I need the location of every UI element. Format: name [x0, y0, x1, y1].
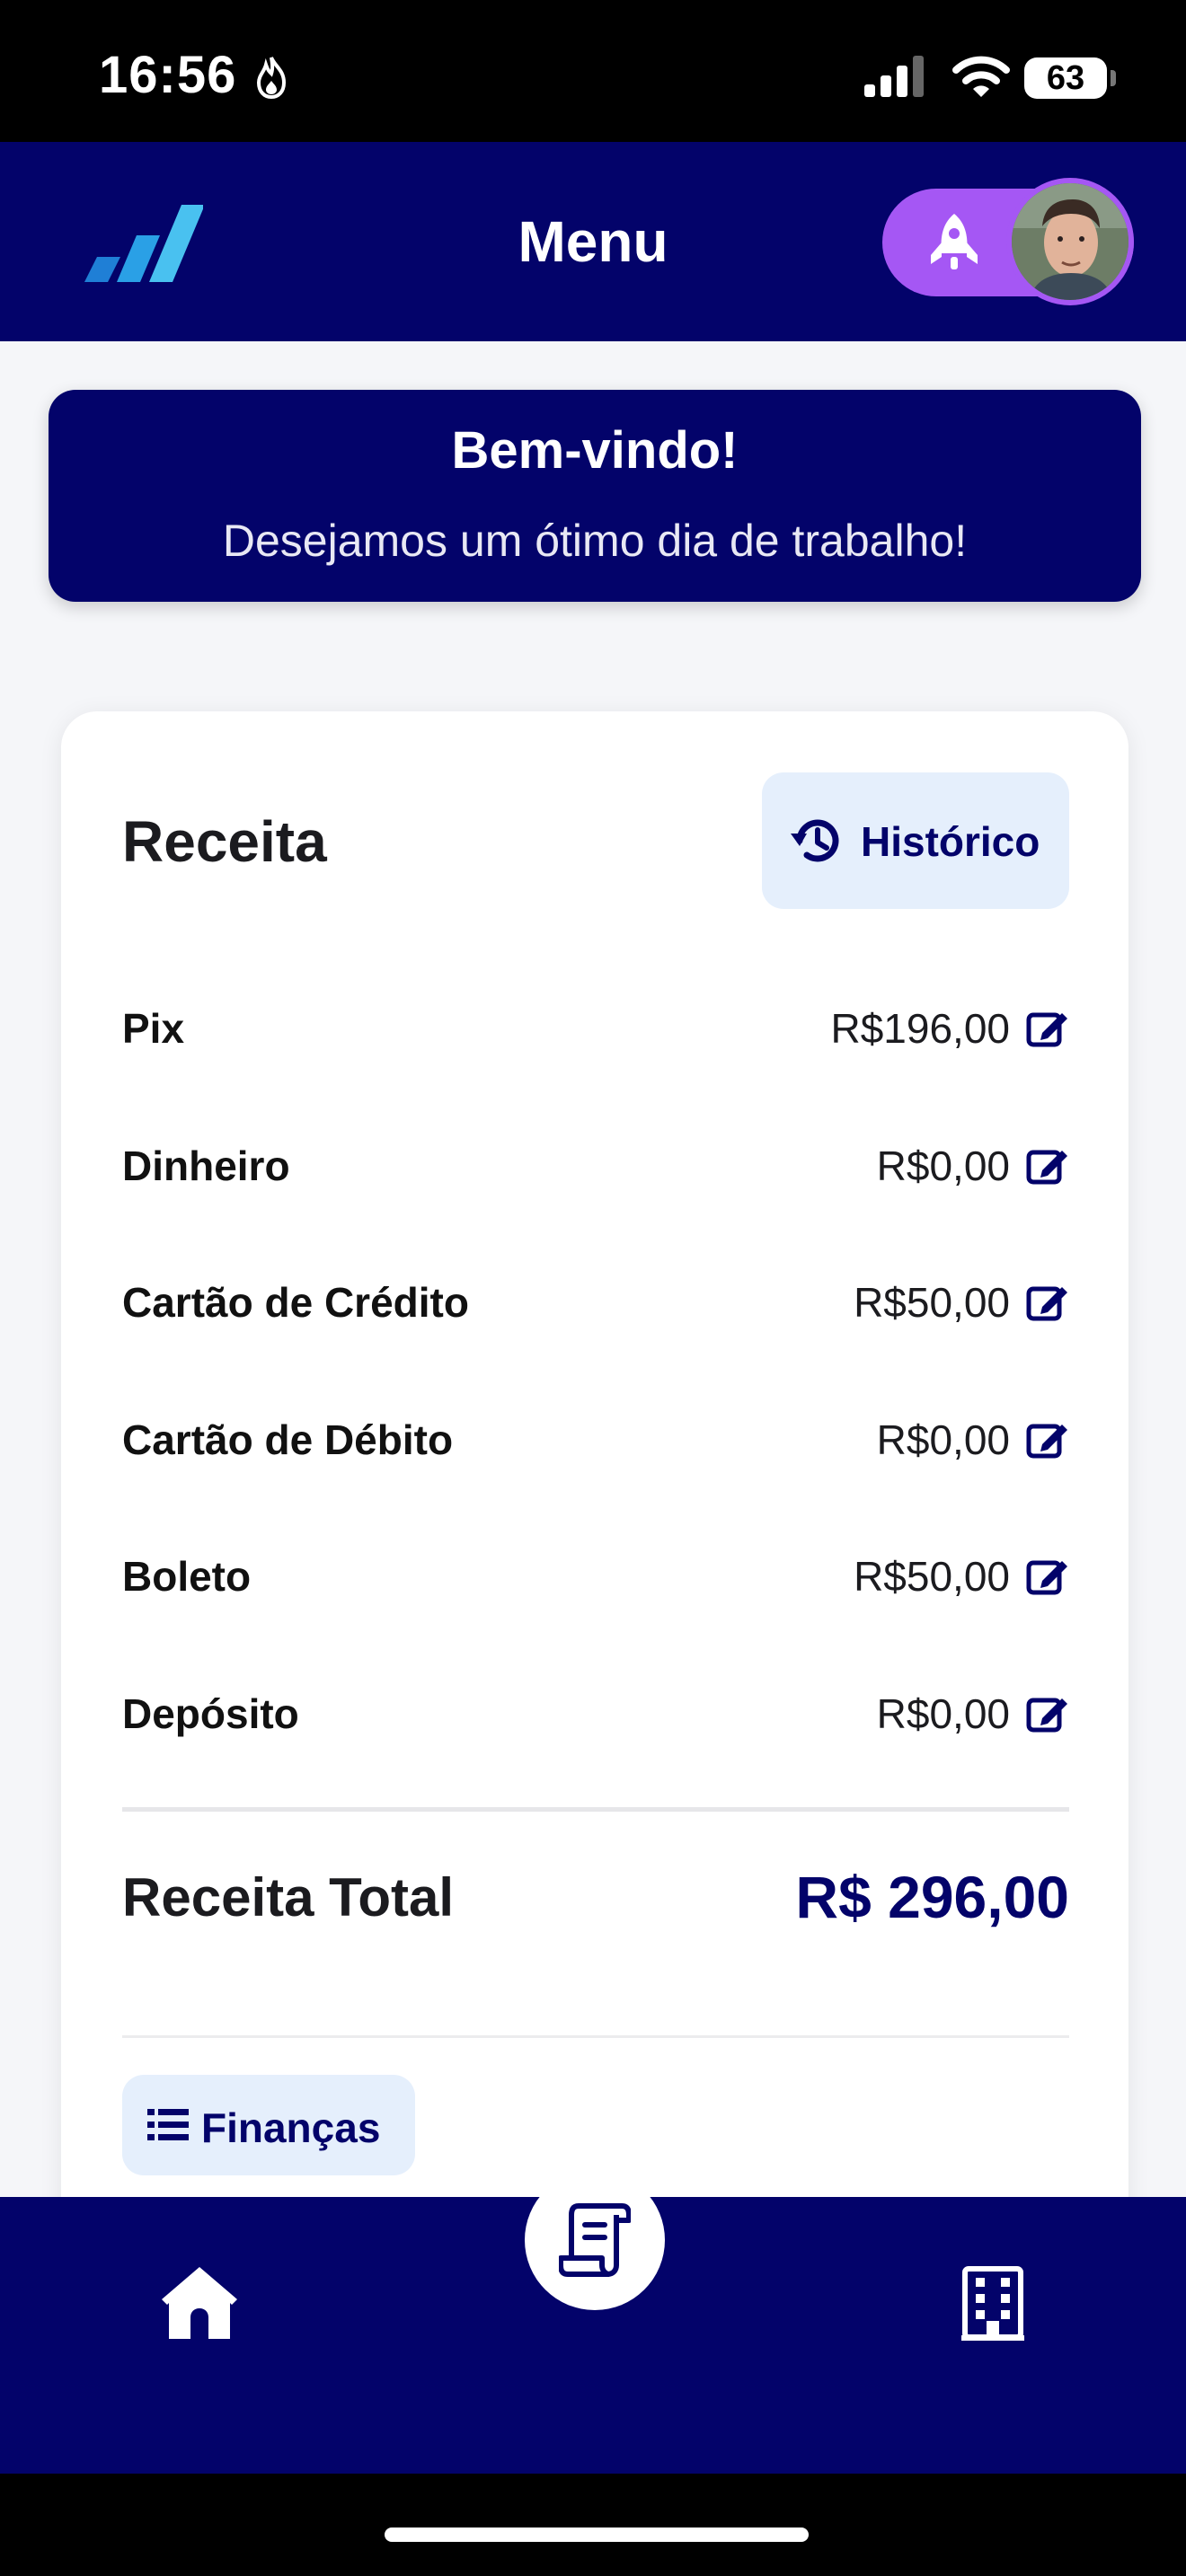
row-label: Cartão de Crédito	[122, 1279, 469, 1326]
bottom-nav	[0, 2170, 1186, 2474]
home-indicator[interactable]	[385, 2527, 809, 2542]
battery-tip	[1111, 70, 1116, 86]
row-label: Cartão de Débito	[122, 1416, 454, 1463]
welcome-subtitle: Desejamos um ótimo dia de trabalho!	[222, 516, 968, 566]
total-label: Receita Total	[122, 1867, 454, 1928]
card-title: Receita	[122, 809, 327, 874]
revenue-row-dinheiro: Dinheiro R$0,00	[122, 1127, 1069, 1199]
revenue-row-deposito: Depósito R$0,00	[122, 1675, 1069, 1747]
edit-icon[interactable]	[1026, 1556, 1069, 1595]
app-screen: 16:56 63 Menu Bem-vindo! Desejamos um ót…	[0, 0, 1186, 2576]
history-icon	[791, 819, 839, 862]
history-button[interactable]: Histórico	[762, 772, 1069, 909]
status-bar: 16:56 63	[0, 0, 1186, 142]
edit-icon[interactable]	[1026, 1419, 1069, 1459]
flame-icon	[256, 57, 287, 99]
row-value: R$50,00	[854, 1553, 1010, 1600]
app-header: Menu	[0, 142, 1186, 341]
divider	[122, 1807, 1069, 1812]
rocket-icon	[931, 214, 978, 269]
home-icon[interactable]	[162, 2267, 237, 2339]
wifi-icon	[952, 56, 1010, 97]
row-value: R$196,00	[830, 1005, 1011, 1052]
edit-icon[interactable]	[1026, 1693, 1069, 1733]
finance-label: Finanças	[201, 2104, 381, 2151]
edit-icon[interactable]	[1026, 1282, 1069, 1321]
total-value: R$ 296,00	[795, 1864, 1069, 1930]
building-icon[interactable]	[961, 2265, 1024, 2341]
battery-indicator: 63	[1024, 57, 1107, 99]
list-icon	[147, 2109, 189, 2140]
signal-icon	[864, 56, 924, 97]
welcome-title: Bem-vindo!	[451, 421, 739, 480]
welcome-banner: Bem-vindo! Desejamos um ótimo dia de tra…	[49, 390, 1141, 602]
revenue-row-credito: Cartão de Crédito R$50,00	[122, 1264, 1069, 1336]
row-label: Depósito	[122, 1690, 299, 1737]
row-value: R$0,00	[876, 1142, 1010, 1189]
history-label: Histórico	[861, 818, 1040, 865]
row-label: Pix	[122, 1005, 185, 1052]
avatar[interactable]	[1006, 178, 1134, 305]
divider	[122, 2035, 1069, 2038]
revenue-row-debito: Cartão de Débito R$0,00	[122, 1401, 1069, 1473]
finance-button[interactable]: Finanças	[122, 2075, 415, 2175]
home-indicator-area	[0, 2474, 1186, 2576]
row-label: Dinheiro	[122, 1142, 290, 1189]
receipt-button[interactable]	[525, 2170, 665, 2310]
revenue-card: Receita Histórico Pix R$196,00 Dinheiro …	[61, 711, 1128, 2238]
receipt-icon	[559, 2203, 631, 2277]
row-label: Boleto	[122, 1553, 252, 1600]
avatar-photo	[1012, 183, 1128, 300]
edit-icon[interactable]	[1026, 1008, 1069, 1047]
revenue-row-boleto: Boleto R$50,00	[122, 1538, 1069, 1610]
row-value: R$0,00	[876, 1416, 1010, 1463]
edit-icon[interactable]	[1026, 1145, 1069, 1185]
status-time: 16:56	[99, 46, 237, 104]
row-value: R$50,00	[854, 1279, 1010, 1326]
revenue-row-pix: Pix R$196,00	[122, 990, 1069, 1062]
row-value: R$0,00	[876, 1690, 1010, 1737]
